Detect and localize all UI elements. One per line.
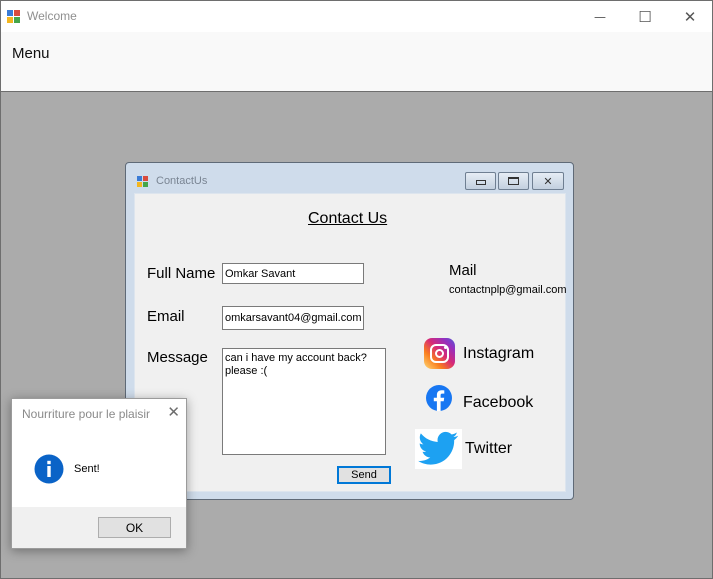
contact-form: Contact Us Full Name Email Message can i… xyxy=(134,193,567,492)
dialog-title: Nourriture pour le plaisir xyxy=(22,407,151,421)
mail-heading: Mail xyxy=(449,262,477,279)
ok-button[interactable]: OK xyxy=(98,517,171,538)
child-minimize-button[interactable] xyxy=(465,172,496,190)
child-app-icon xyxy=(137,176,149,188)
maximize-button[interactable]: ☐ xyxy=(622,1,668,32)
send-button[interactable]: Send xyxy=(337,466,391,484)
full-name-label: Full Name xyxy=(147,265,216,282)
minimize-icon xyxy=(475,180,486,185)
message-dialog: Nourriture pour le plaisir ✕ Sent! OK xyxy=(11,398,187,549)
twitter-link[interactable]: Twitter xyxy=(465,440,512,458)
message-label: Message xyxy=(147,349,208,366)
info-icon xyxy=(34,454,64,484)
close-icon: ✕ xyxy=(683,7,697,26)
email-label: Email xyxy=(147,308,185,325)
menu-bar: Menu xyxy=(1,32,712,92)
close-button[interactable]: ✕ xyxy=(667,1,713,32)
restore-icon xyxy=(508,177,519,185)
minimize-icon: — xyxy=(594,9,606,24)
contact-heading: Contact Us xyxy=(308,210,388,227)
twitter-icon[interactable] xyxy=(415,429,462,469)
dialog-footer: OK xyxy=(12,507,186,548)
title-bar: Welcome — ☐ ✕ xyxy=(1,1,712,32)
message-textarea[interactable]: can i have my account back? please :( xyxy=(222,348,386,455)
dialog-close-icon[interactable]: ✕ xyxy=(167,403,180,421)
dialog-message: Sent! xyxy=(74,463,100,475)
contact-us-window: ContactUs ✕ Contact Us Full Name Email M… xyxy=(125,162,574,500)
child-window-title: ContactUs xyxy=(156,175,208,187)
menu-item[interactable]: Menu xyxy=(12,45,50,62)
maximize-icon: ☐ xyxy=(638,7,652,26)
window-title: Welcome xyxy=(27,9,77,23)
close-icon: ✕ xyxy=(543,174,553,188)
child-close-button[interactable]: ✕ xyxy=(532,172,564,190)
child-restore-button[interactable] xyxy=(498,172,529,190)
app-icon xyxy=(7,10,20,23)
full-name-input[interactable] xyxy=(222,263,364,284)
facebook-icon[interactable] xyxy=(426,385,452,411)
instagram-icon[interactable] xyxy=(424,338,455,369)
minimize-button[interactable]: — xyxy=(577,1,623,32)
instagram-link[interactable]: Instagram xyxy=(463,345,534,363)
email-input[interactable] xyxy=(222,306,364,330)
mail-address: contactnplp@gmail.com xyxy=(449,284,567,296)
facebook-link[interactable]: Facebook xyxy=(463,394,533,412)
